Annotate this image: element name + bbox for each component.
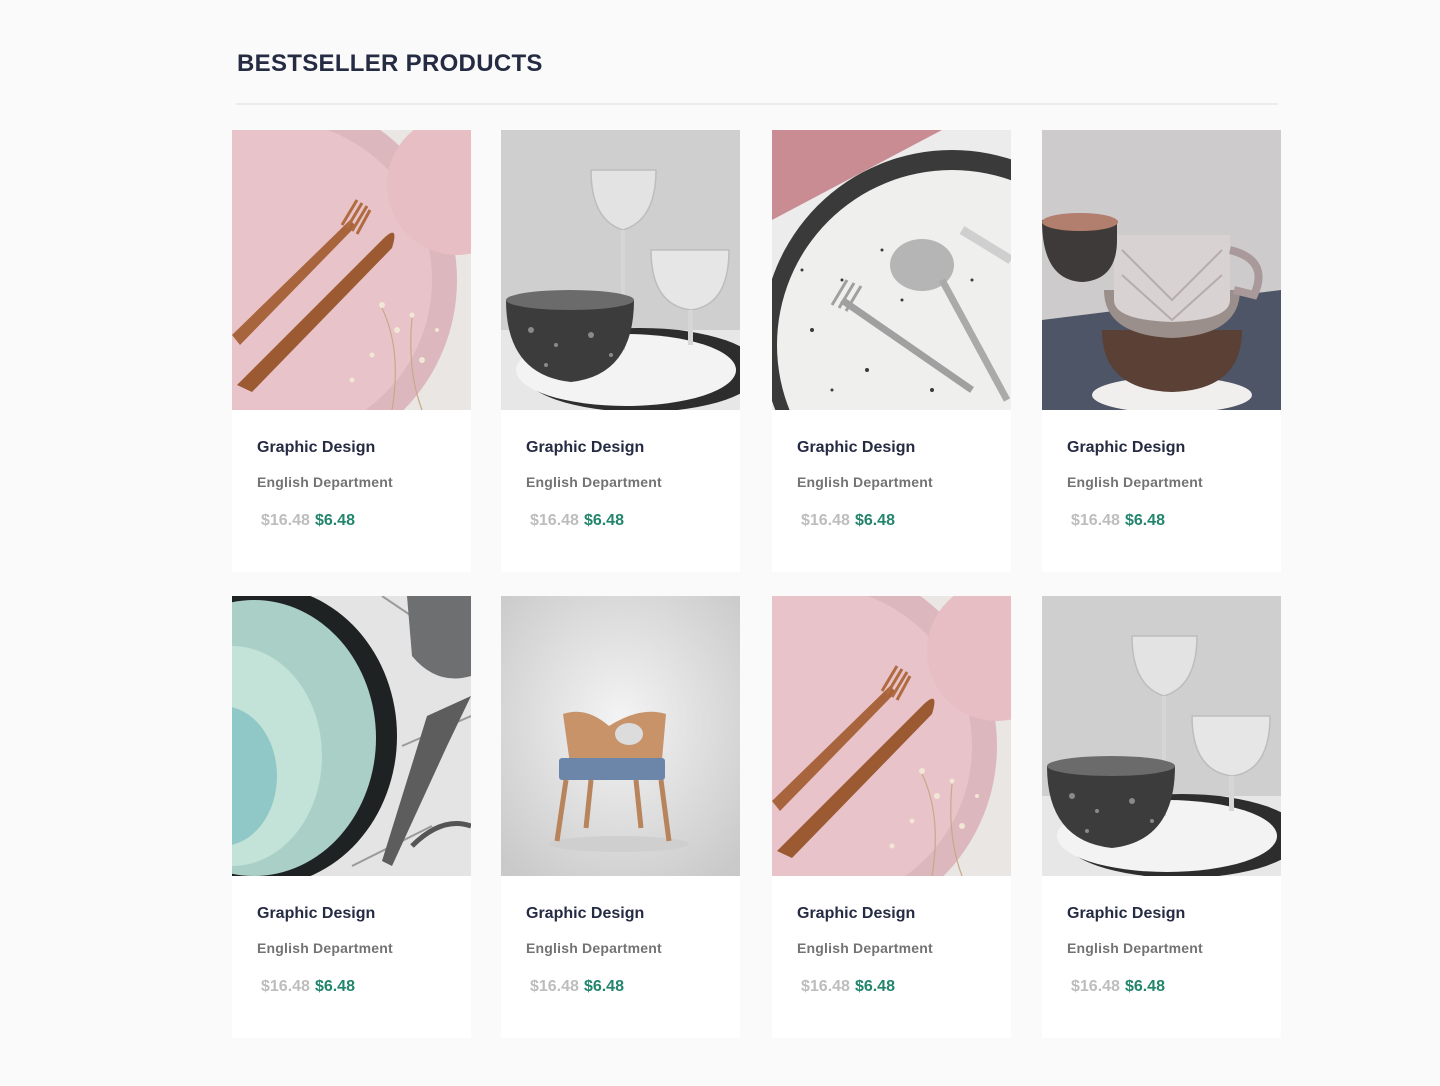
product-image[interactable] bbox=[232, 596, 471, 876]
product-card[interactable]: Graphic Design English Department $16.48… bbox=[772, 130, 1011, 572]
product-image[interactable] bbox=[772, 596, 1011, 876]
pink-plate-copper-cutlery-image bbox=[232, 130, 471, 410]
section-heading: BESTSELLER PRODUCTS bbox=[237, 50, 543, 77]
product-title[interactable]: Graphic Design bbox=[257, 905, 375, 923]
product-prices: $16.48 $6.48 bbox=[530, 978, 624, 996]
product-prices: $16.48 $6.48 bbox=[1071, 512, 1165, 530]
product-title[interactable]: Graphic Design bbox=[526, 905, 644, 923]
product-image[interactable] bbox=[232, 130, 471, 410]
sale-price: $6.48 bbox=[854, 978, 895, 995]
product-prices: $16.48 $6.48 bbox=[801, 978, 895, 996]
product-department: English Department bbox=[257, 474, 393, 490]
sale-price: $6.48 bbox=[314, 978, 355, 995]
product-image[interactable] bbox=[1042, 130, 1281, 410]
old-price: $16.48 bbox=[801, 978, 850, 995]
product-prices: $16.48 $6.48 bbox=[261, 978, 355, 996]
celadon-bowl-marble-image bbox=[232, 596, 471, 876]
product-department: English Department bbox=[797, 474, 933, 490]
stone-bowl-wine-glasses-image bbox=[1042, 596, 1281, 876]
product-title[interactable]: Graphic Design bbox=[526, 439, 644, 457]
wooden-chair-image bbox=[501, 596, 740, 876]
old-price: $16.48 bbox=[261, 512, 310, 529]
product-department: English Department bbox=[526, 474, 662, 490]
product-department: English Department bbox=[797, 940, 933, 956]
product-prices: $16.48 $6.48 bbox=[801, 512, 895, 530]
old-price: $16.48 bbox=[261, 978, 310, 995]
old-price: $16.48 bbox=[530, 512, 579, 529]
product-card[interactable]: Graphic Design English Department $16.48… bbox=[501, 596, 740, 1038]
product-department: English Department bbox=[1067, 474, 1203, 490]
product-image[interactable] bbox=[501, 596, 740, 876]
sale-price: $6.48 bbox=[583, 512, 624, 529]
sale-price: $6.48 bbox=[583, 978, 624, 995]
heading-divider bbox=[236, 103, 1278, 105]
product-department: English Department bbox=[526, 940, 662, 956]
sale-price: $6.48 bbox=[1124, 978, 1165, 995]
product-title[interactable]: Graphic Design bbox=[257, 439, 375, 457]
product-image[interactable] bbox=[1042, 596, 1281, 876]
product-card[interactable]: Graphic Design English Department $16.48… bbox=[232, 596, 471, 1038]
product-card[interactable]: Graphic Design English Department $16.48… bbox=[1042, 596, 1281, 1038]
product-prices: $16.48 $6.48 bbox=[1071, 978, 1165, 996]
product-department: English Department bbox=[257, 940, 393, 956]
product-image[interactable] bbox=[772, 130, 1011, 410]
product-prices: $16.48 $6.48 bbox=[261, 512, 355, 530]
sale-price: $6.48 bbox=[854, 512, 895, 529]
old-price: $16.48 bbox=[530, 978, 579, 995]
sale-price: $6.48 bbox=[1124, 512, 1165, 529]
product-title[interactable]: Graphic Design bbox=[1067, 439, 1185, 457]
product-title[interactable]: Graphic Design bbox=[1067, 905, 1185, 923]
stacked-cups-bowls-image bbox=[1042, 130, 1281, 410]
product-card[interactable]: Graphic Design English Department $16.48… bbox=[501, 130, 740, 572]
product-card[interactable]: Graphic Design English Department $16.48… bbox=[1042, 130, 1281, 572]
old-price: $16.48 bbox=[1071, 978, 1120, 995]
speckled-plate-silver-cutlery-image bbox=[772, 130, 1011, 410]
pink-plate-copper-cutlery-image bbox=[772, 596, 1011, 876]
product-department: English Department bbox=[1067, 940, 1203, 956]
old-price: $16.48 bbox=[1071, 512, 1120, 529]
product-image[interactable] bbox=[501, 130, 740, 410]
product-prices: $16.48 $6.48 bbox=[530, 512, 624, 530]
stone-bowl-wine-glasses-image bbox=[501, 130, 740, 410]
product-title[interactable]: Graphic Design bbox=[797, 439, 915, 457]
product-card[interactable]: Graphic Design English Department $16.48… bbox=[232, 130, 471, 572]
product-title[interactable]: Graphic Design bbox=[797, 905, 915, 923]
product-card[interactable]: Graphic Design English Department $16.48… bbox=[772, 596, 1011, 1038]
sale-price: $6.48 bbox=[314, 512, 355, 529]
old-price: $16.48 bbox=[801, 512, 850, 529]
